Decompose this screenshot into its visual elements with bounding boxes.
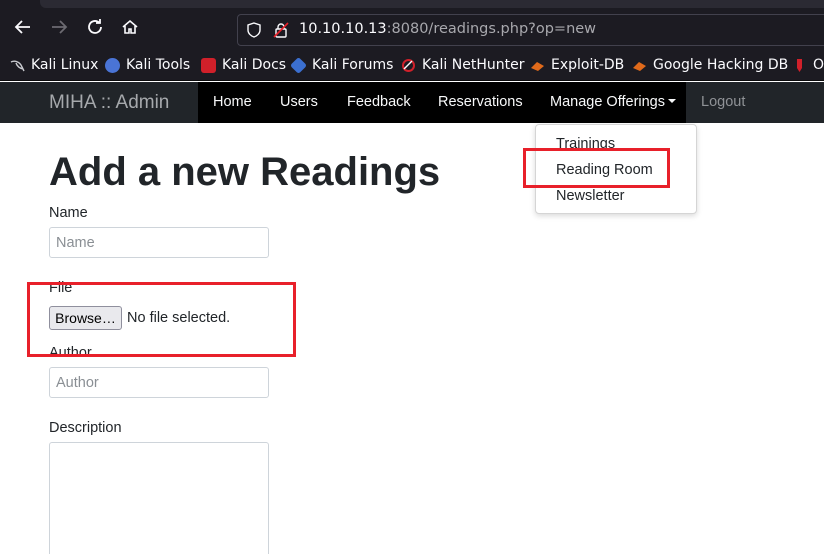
description-textarea[interactable] [49, 442, 269, 554]
kali-docs-icon [201, 57, 216, 73]
bookmark-label: Kali NetHunter [422, 57, 525, 73]
insecure-lock-icon[interactable] [273, 22, 289, 38]
ghdb-icon [632, 58, 647, 73]
nav-users[interactable]: Users [280, 94, 318, 110]
nethunter-icon [401, 58, 416, 73]
navbar-brand[interactable]: MIHA :: Admin [49, 92, 169, 114]
site-navbar: MIHA :: Admin Home Users Feedback Reserv… [0, 82, 824, 123]
nav-home[interactable]: Home [213, 94, 252, 110]
nav-manage-offerings-label: Manage Offerings [550, 94, 665, 110]
reload-icon[interactable] [81, 17, 109, 45]
bookmark-kali-nethunter[interactable]: Kali NetHunter [401, 57, 524, 73]
kali-dragon-icon [10, 58, 25, 73]
bookmark-label: O [813, 57, 824, 73]
bookmark-label: Kali Linux [31, 57, 99, 73]
highlight-file-upload-box [27, 282, 296, 357]
bookmark-label: Kali Docs [222, 57, 287, 73]
dropdown-item-newsletter[interactable]: Newsletter [556, 188, 625, 204]
url-host: 10.10.10.13 [299, 21, 387, 37]
bookmark-google-hacking-db[interactable]: Google Hacking DB [632, 57, 788, 73]
author-input[interactable] [49, 367, 269, 398]
shield-icon[interactable] [246, 22, 262, 38]
highlight-reading-room-box [523, 148, 670, 188]
bookmark-kali-linux[interactable]: Kali Linux [10, 57, 98, 73]
forward-arrow-icon[interactable] [45, 17, 73, 45]
navbar-menu: Home Users Feedback Reservations Manage … [198, 82, 686, 123]
tab-strip-edge [40, 0, 824, 8]
name-label: Name [49, 205, 88, 221]
address-bar[interactable]: 10.10.10.13:8080/readings.php?op=new [237, 14, 824, 46]
offsec-icon [792, 58, 807, 73]
kali-tools-icon [105, 57, 120, 73]
description-label: Description [49, 420, 122, 436]
bookmark-kali-forums[interactable]: Kali Forums [290, 56, 394, 74]
kali-forums-icon [290, 56, 307, 74]
nav-feedback[interactable]: Feedback [347, 94, 411, 110]
page-title: Add a new Readings [49, 150, 441, 194]
bookmark-kali-tools[interactable]: Kali Tools [105, 57, 190, 73]
nav-logout[interactable]: Logout [701, 94, 745, 110]
home-icon[interactable] [116, 17, 144, 45]
nav-reservations[interactable]: Reservations [438, 94, 523, 110]
bookmark-exploit-db[interactable]: Exploit-DB [530, 57, 624, 73]
bookmark-label: Kali Forums [312, 57, 394, 73]
bookmark-label: Exploit-DB [551, 57, 625, 73]
name-input[interactable] [49, 227, 269, 258]
bookmark-kali-docs[interactable]: Kali Docs [201, 57, 286, 73]
url-path: :8080/readings.php?op=new [386, 21, 597, 37]
back-arrow-icon[interactable] [9, 17, 37, 45]
bookmark-label: Google Hacking DB [653, 57, 789, 73]
bookmark-label: Kali Tools [126, 57, 191, 73]
nav-manage-offerings[interactable]: Manage Offerings [550, 94, 676, 110]
url-text: 10.10.10.13:8080/readings.php?op=new [299, 21, 596, 37]
browser-toolbar: 10.10.10.13:8080/readings.php?op=new [0, 0, 824, 52]
exploit-db-icon [530, 58, 545, 73]
caret-down-icon [668, 98, 676, 103]
bookmark-offsec[interactable]: O [792, 57, 824, 73]
bookmarks-toolbar: Kali Linux Kali Tools Kali Docs Kali For… [0, 52, 824, 81]
